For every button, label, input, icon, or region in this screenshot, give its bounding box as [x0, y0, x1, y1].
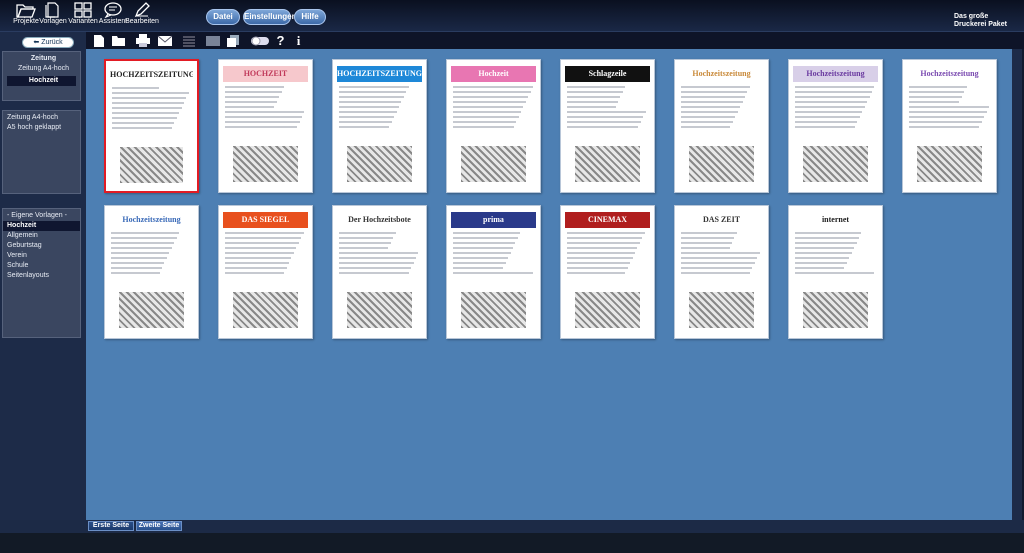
speech-bubble-icon	[104, 2, 122, 18]
template-preview	[339, 86, 420, 186]
vorlagen-button[interactable]: Vorlagen	[39, 2, 67, 30]
template-preview	[795, 232, 876, 332]
back-label: Zurück	[41, 39, 63, 46]
text-lines-icon[interactable]	[180, 33, 197, 48]
bearbeiten-button[interactable]: Bearbeiten	[125, 2, 159, 30]
template-title: Hochzeitszeitung	[109, 212, 194, 228]
template-thumbnail[interactable]: Hochzeitszeitung	[674, 59, 769, 193]
new-document-icon[interactable]	[90, 33, 107, 48]
template-preview	[567, 86, 648, 186]
back-button[interactable]: ⬅ Zurück	[22, 37, 74, 48]
template-thumbnail[interactable]: HOCHZEIT	[218, 59, 313, 193]
category-item[interactable]: Verein	[3, 251, 80, 261]
category-item[interactable]: Allgemein	[3, 231, 80, 241]
info-icon[interactable]: i	[290, 33, 307, 48]
category-panel: - Eigene Vorlagen - Hochzeit Allgemein G…	[2, 208, 81, 338]
category-item[interactable]: Schule	[3, 261, 80, 271]
template-title: prima	[451, 212, 536, 228]
type-panel: Zeitung Zeitung A4-hoch Hochzeit	[2, 51, 81, 101]
vertical-scrollbar[interactable]	[1012, 49, 1022, 520]
template-thumbnail[interactable]: Der Hochzeitsbote	[332, 205, 427, 339]
einstellungen-menu[interactable]: Einstellungen	[243, 9, 296, 25]
template-title: Hochzeitszeitung	[907, 66, 992, 82]
template-preview	[909, 86, 990, 186]
type-item-hochzeit[interactable]: Hochzeit	[7, 76, 76, 86]
projekte-button[interactable]: Projekte	[13, 2, 39, 30]
template-thumbnail[interactable]: internet	[788, 205, 883, 339]
template-thumbnail[interactable]: HOCHZEITSZEITUNG	[332, 59, 427, 193]
template-thumbnail[interactable]: DAS SIEGEL	[218, 205, 313, 339]
bearbeiten-label: Bearbeiten	[125, 18, 159, 25]
category-item[interactable]: Seitenlayouts	[3, 271, 80, 281]
format-item[interactable]: A5 hoch geklappt	[3, 123, 80, 133]
print-icon[interactable]	[134, 33, 151, 48]
hilfe-menu[interactable]: Hilfe	[294, 9, 326, 25]
datei-menu[interactable]: Datei	[206, 9, 240, 25]
template-title: internet	[793, 212, 878, 228]
template-preview	[681, 232, 762, 332]
template-thumbnail[interactable]: Hochzeitszeitung	[902, 59, 997, 193]
format-panel: Zeitung A4-hoch A5 hoch geklappt	[2, 110, 81, 194]
template-thumbnail[interactable]: prima	[446, 205, 541, 339]
template-preview	[453, 232, 534, 332]
grid-icon	[74, 2, 92, 18]
template-title: HOCHZEITSZEITUNG	[337, 66, 422, 82]
template-title: Hochzeitszeitung	[793, 66, 878, 82]
category-item[interactable]: Hochzeit	[3, 221, 80, 231]
template-title: Der Hochzeitsbote	[337, 212, 422, 228]
template-thumbnail[interactable]: Hochzeitszeitung	[788, 59, 883, 193]
template-preview	[225, 86, 306, 186]
template-thumbnail[interactable]: DAS ZEIT	[674, 205, 769, 339]
action-icon-row: ? i	[86, 32, 1024, 49]
top-toolbar: Projekte Vorlagen Varianten Assistent Be…	[0, 0, 1024, 32]
varianten-label: Varianten	[68, 18, 98, 25]
template-title: HOCHZEITSZEITUNG	[110, 67, 193, 83]
assistent-button[interactable]: Assistent	[98, 2, 128, 30]
open-folder-icon[interactable]	[110, 33, 127, 48]
template-thumbnail[interactable]: HOCHZEITSZEITUNG	[104, 59, 199, 193]
brand-logo: Das große Druckerei Paket	[954, 13, 1010, 29]
category-item[interactable]: - Eigene Vorlagen -	[3, 211, 80, 221]
template-preview	[681, 86, 762, 186]
type-item-zeitung-a4[interactable]: Zeitung A4-hoch	[3, 64, 80, 74]
template-thumbnail[interactable]: Hochzeitszeitung	[104, 205, 199, 339]
template-title: Hochzeitszeitung	[679, 66, 764, 82]
pencil-icon	[134, 2, 150, 18]
brand-line2: Druckerei Paket	[954, 21, 1007, 28]
help-icon[interactable]: ?	[272, 33, 289, 48]
template-thumbnail[interactable]: Schlagzeile	[560, 59, 655, 193]
template-preview	[111, 232, 192, 332]
type-item-zeitung[interactable]: Zeitung	[3, 54, 80, 64]
template-preview	[339, 232, 420, 332]
template-title: Schlagzeile	[565, 66, 650, 82]
projekte-label: Projekte	[13, 18, 39, 25]
template-title: Hochzeit	[451, 66, 536, 82]
template-title: DAS ZEIT	[679, 212, 764, 228]
template-thumbnail[interactable]: CINEMAX	[560, 205, 655, 339]
assistent-label: Assistent	[98, 18, 128, 25]
varianten-button[interactable]: Varianten	[68, 2, 98, 30]
format-item[interactable]: Zeitung A4-hoch	[3, 113, 80, 123]
template-preview	[453, 86, 534, 186]
toggle-icon[interactable]	[250, 33, 270, 48]
template-title: DAS SIEGEL	[223, 212, 308, 228]
template-preview	[567, 232, 648, 332]
email-icon[interactable]	[156, 33, 173, 48]
tab-erste-seite[interactable]: Erste Seite	[88, 521, 134, 531]
documents-icon	[45, 2, 59, 18]
folder-open-icon	[16, 4, 36, 18]
brand-line1: Das große	[954, 13, 989, 20]
template-preview	[795, 86, 876, 186]
template-title: CINEMAX	[565, 212, 650, 228]
vorlagen-label: Vorlagen	[39, 18, 67, 25]
tab-zweite-seite[interactable]: Zweite Seite	[136, 521, 182, 531]
template-title: HOCHZEIT	[223, 66, 308, 82]
template-preview	[112, 87, 191, 187]
screen-icon[interactable]	[204, 33, 221, 48]
template-thumbnail[interactable]: Hochzeit	[446, 59, 541, 193]
pages-icon[interactable]	[224, 33, 241, 48]
status-bar	[0, 533, 1024, 553]
category-item[interactable]: Geburtstag	[3, 241, 80, 251]
template-preview	[225, 232, 306, 332]
